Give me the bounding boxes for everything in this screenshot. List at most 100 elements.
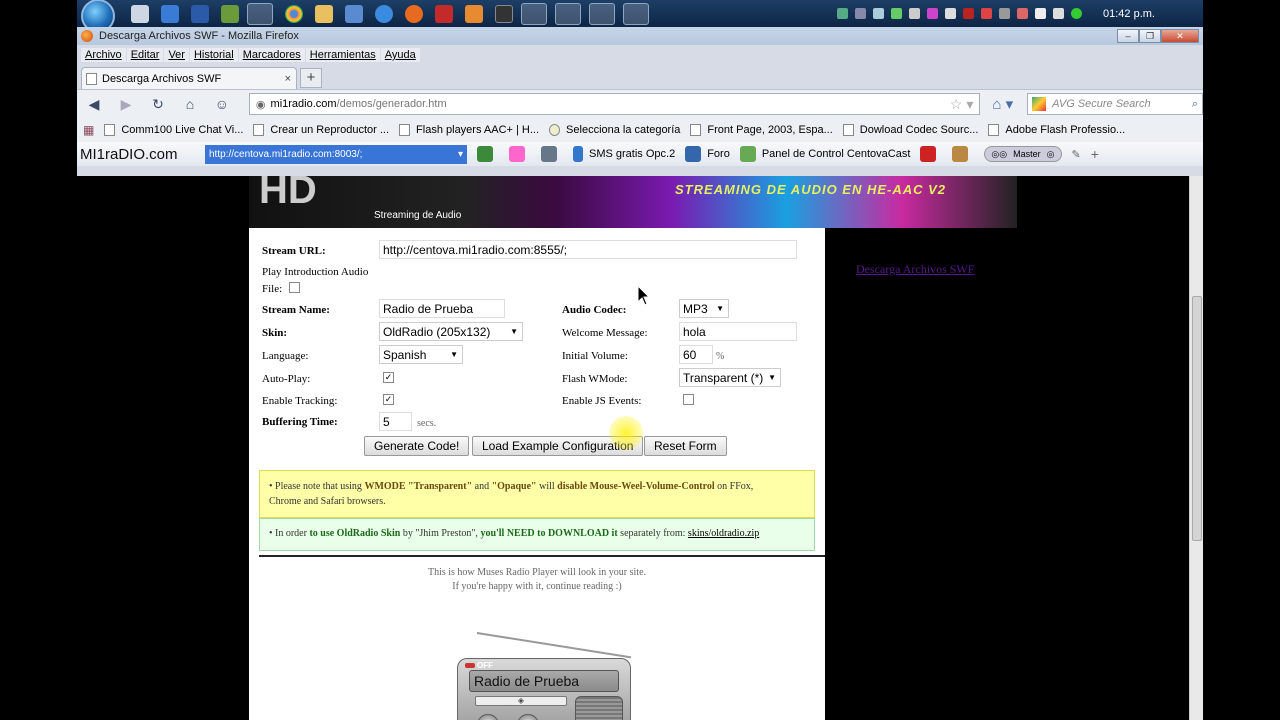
app-icon[interactable] [131, 4, 149, 23]
menu-herramientas[interactable]: Herramientas [305, 48, 380, 62]
audio-codec-select[interactable]: MP3 ▼ [679, 299, 729, 318]
bookmark-star-icon[interactable]: ☆ ▾ [950, 96, 973, 113]
tray-icon[interactable] [1017, 8, 1029, 19]
bookmark-item[interactable]: Flash players AAC+ | H... [399, 124, 539, 136]
home-button-icon[interactable]: ⌂ ▾ [992, 95, 1013, 113]
intro-audio-checkbox[interactable] [289, 282, 300, 293]
media-player[interactable]: ◎◎ Master ◎ [984, 146, 1062, 162]
app-icon[interactable] [247, 2, 273, 25]
volume-icon[interactable] [1053, 8, 1065, 19]
toolbar-button[interactable] [509, 146, 531, 162]
menu-ayuda[interactable]: Ayuda [380, 48, 420, 62]
buffering-input[interactable]: 5 [379, 412, 412, 431]
search-bar[interactable]: AVG Secure Search ⌕ [1027, 93, 1203, 115]
menu-historial[interactable]: Historial [189, 48, 238, 62]
tray-icon[interactable] [945, 8, 957, 19]
volume-icon[interactable]: ◎ [1047, 149, 1055, 160]
menu-archivo[interactable]: Archivo [81, 48, 126, 62]
app-icon[interactable] [345, 4, 363, 23]
skin-select[interactable]: OldRadio (205x132) ▼ [379, 322, 523, 341]
panel-button[interactable]: Panel de Control CentovaCast [739, 146, 910, 162]
menu-ver[interactable]: Ver [164, 48, 189, 62]
tab-active[interactable]: Descarga Archivos SWF × [81, 67, 297, 89]
volume-input[interactable]: 60 [679, 345, 713, 364]
reload-icon[interactable]: ↻ [149, 95, 167, 113]
bookmark-item[interactable]: Dowload Codec Sourc... [842, 124, 978, 136]
app-icon[interactable] [161, 4, 179, 23]
tab-close-icon[interactable]: × [285, 73, 291, 85]
tray-icon[interactable] [837, 8, 849, 19]
tray-icon[interactable] [1035, 8, 1047, 19]
bookmark-item[interactable]: Adobe Flash Professio... [988, 124, 1125, 136]
tray-icon[interactable] [963, 8, 975, 19]
firefox-icon[interactable] [405, 4, 423, 23]
tray-icon[interactable] [999, 8, 1011, 19]
tray-icon[interactable] [927, 8, 939, 19]
tray-icon[interactable] [891, 8, 903, 19]
foro-button[interactable]: Foro [685, 146, 730, 162]
autoplay-checkbox[interactable]: ✓ [383, 372, 394, 383]
toolbar-button[interactable] [541, 146, 563, 162]
home-icon[interactable]: ⌂ [181, 95, 199, 113]
chat-icon[interactable]: ☺ [213, 95, 231, 113]
tray-icon[interactable] [873, 8, 885, 19]
app-icon[interactable] [221, 4, 239, 23]
app-icon[interactable] [521, 2, 547, 25]
stream-url-input[interactable]: http://centova.mi1radio.com:8555/; [379, 240, 797, 259]
generate-code-button[interactable]: Generate Code! [364, 436, 470, 456]
tray-icon[interactable] [855, 8, 867, 19]
app-icon[interactable] [191, 4, 209, 23]
search-icon[interactable]: ⌕ [1192, 98, 1198, 111]
menu-editar[interactable]: Editar [126, 48, 164, 62]
tray-icon[interactable] [1071, 8, 1083, 19]
toolbar-url-combo[interactable]: http://centova.mi1radio.com:8003/; ▾ [205, 144, 467, 164]
chrome-icon[interactable] [285, 4, 303, 23]
apps-icon[interactable]: ▦ [83, 123, 94, 137]
url-bar[interactable]: ◉ mi1radio.com/demos/generador.htm ☆ ▾ [248, 93, 981, 115]
js-events-checkbox[interactable] [683, 394, 694, 405]
vertical-scrollbar[interactable] [1189, 176, 1203, 720]
play-button[interactable] [920, 146, 942, 162]
stream-name-input[interactable]: Radio de Prueba [379, 299, 505, 318]
welcome-input[interactable]: hola [679, 322, 797, 341]
site-identity-icon[interactable]: ◉ [256, 98, 266, 111]
forward-icon[interactable]: ▶ [117, 95, 135, 113]
bookmark-item[interactable]: Front Page, 2003, Espa... [690, 124, 833, 136]
toolbar-search-button[interactable] [477, 146, 499, 162]
ie-icon[interactable] [375, 4, 393, 23]
wmode-select[interactable]: Transparent (*) ▼ [679, 368, 781, 387]
skin-download-link[interactable]: skins/oldradio.zip [688, 528, 759, 539]
signal-icon[interactable] [909, 8, 921, 19]
stop-icon[interactable]: ◎◎ [991, 149, 1007, 160]
toolbar-button[interactable] [952, 146, 974, 162]
add-icon[interactable]: + [1091, 146, 1099, 162]
firefox-icon[interactable] [555, 2, 581, 25]
menu-marcadores[interactable]: Marcadores [238, 48, 305, 62]
scrollbar-thumb[interactable] [1192, 296, 1202, 541]
bookmark-item[interactable]: Crear un Reproductor ... [253, 124, 389, 136]
tray-icon[interactable] [981, 8, 993, 19]
page-icon [549, 124, 561, 136]
radio-volume-slider[interactable]: ◈ [475, 696, 567, 706]
back-icon[interactable]: ◀ [85, 95, 103, 113]
bookmark-item[interactable]: Selecciona la categoría [549, 124, 680, 136]
sidebar-download-link[interactable]: Descarga Archivos SWF [856, 262, 974, 277]
new-tab-button[interactable]: + [300, 68, 322, 88]
reset-form-button[interactable]: Reset Form [644, 436, 727, 456]
minimize-button[interactable]: – [1117, 29, 1139, 43]
wrench-icon[interactable]: ✎ [1072, 148, 1081, 161]
app-icon[interactable] [623, 2, 649, 25]
app-icon[interactable] [315, 4, 333, 23]
maximize-button[interactable]: ❐ [1139, 29, 1161, 43]
terminal-icon[interactable] [495, 4, 513, 23]
tracking-checkbox[interactable]: ✓ [383, 394, 394, 405]
close-button[interactable]: ✕ [1161, 29, 1199, 43]
language-select[interactable]: Spanish ▼ [379, 345, 463, 364]
bookmark-item[interactable]: Comm100 Live Chat Vi... [104, 124, 243, 136]
filezilla-icon[interactable] [435, 4, 453, 23]
toolbar-logo[interactable]: MI1raDIO.com [77, 146, 205, 163]
skype-icon[interactable] [589, 2, 615, 25]
dropdown-arrow-icon[interactable]: ▾ [458, 149, 463, 160]
app-icon[interactable] [465, 4, 483, 23]
sms-button[interactable]: SMS gratis Opc.2 [573, 146, 675, 162]
